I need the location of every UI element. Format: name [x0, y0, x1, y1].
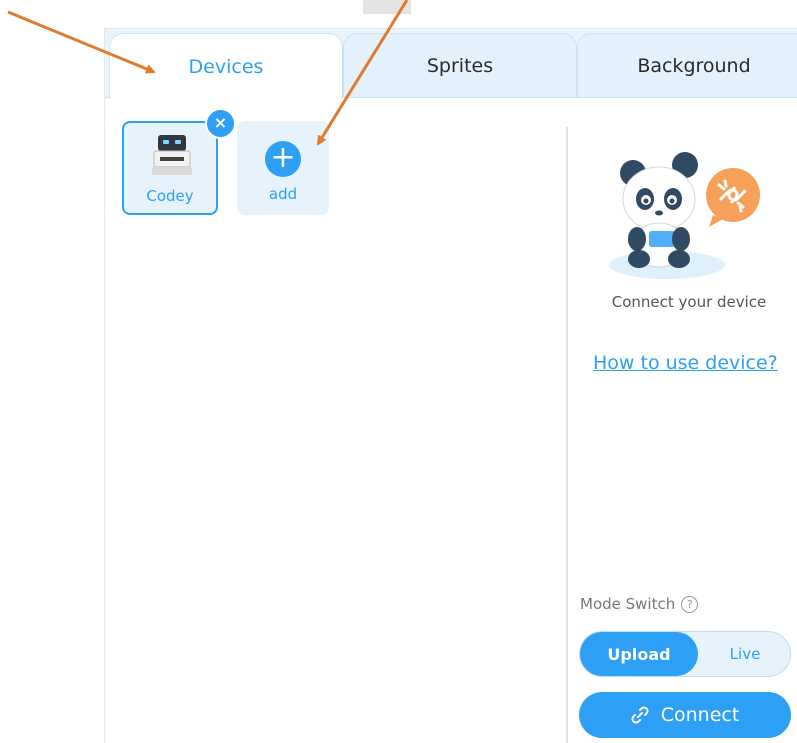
link-icon — [631, 706, 649, 724]
help-circle-icon[interactable]: ? — [681, 595, 699, 613]
mode-switch-label: Mode Switch ? — [580, 595, 699, 613]
mode-switch[interactable]: Upload Live — [579, 631, 791, 677]
connect-hint: Connect your device — [611, 293, 767, 311]
mode-switch-text: Mode Switch — [580, 595, 676, 613]
robot-icon — [152, 135, 192, 175]
panda-illustration — [609, 152, 760, 279]
add-label: add — [268, 185, 298, 203]
mode-live-option[interactable]: Live — [698, 632, 792, 676]
plus-icon: + — [265, 141, 301, 177]
mode-upload-option[interactable]: Upload — [580, 632, 698, 676]
tab-devices[interactable]: Devices — [109, 33, 343, 99]
top-stub — [363, 0, 411, 14]
add-device-button[interactable]: + add — [237, 121, 329, 215]
connect-button[interactable]: Connect — [579, 692, 791, 738]
close-icon[interactable]: × — [205, 108, 236, 139]
device-card-codey[interactable]: Codey — [122, 121, 218, 215]
panel-divider — [566, 127, 568, 743]
device-label: Codey — [146, 187, 194, 205]
device-panel: Background Sprites Devices Codey × + add — [104, 28, 797, 743]
tab-bar: Background Sprites Devices — [105, 29, 797, 99]
how-to-use-device-link[interactable]: How to use device? — [593, 352, 778, 374]
tab-sprites[interactable]: Sprites — [343, 33, 577, 97]
tab-background[interactable]: Background — [577, 33, 797, 97]
connect-button-label: Connect — [660, 704, 740, 726]
